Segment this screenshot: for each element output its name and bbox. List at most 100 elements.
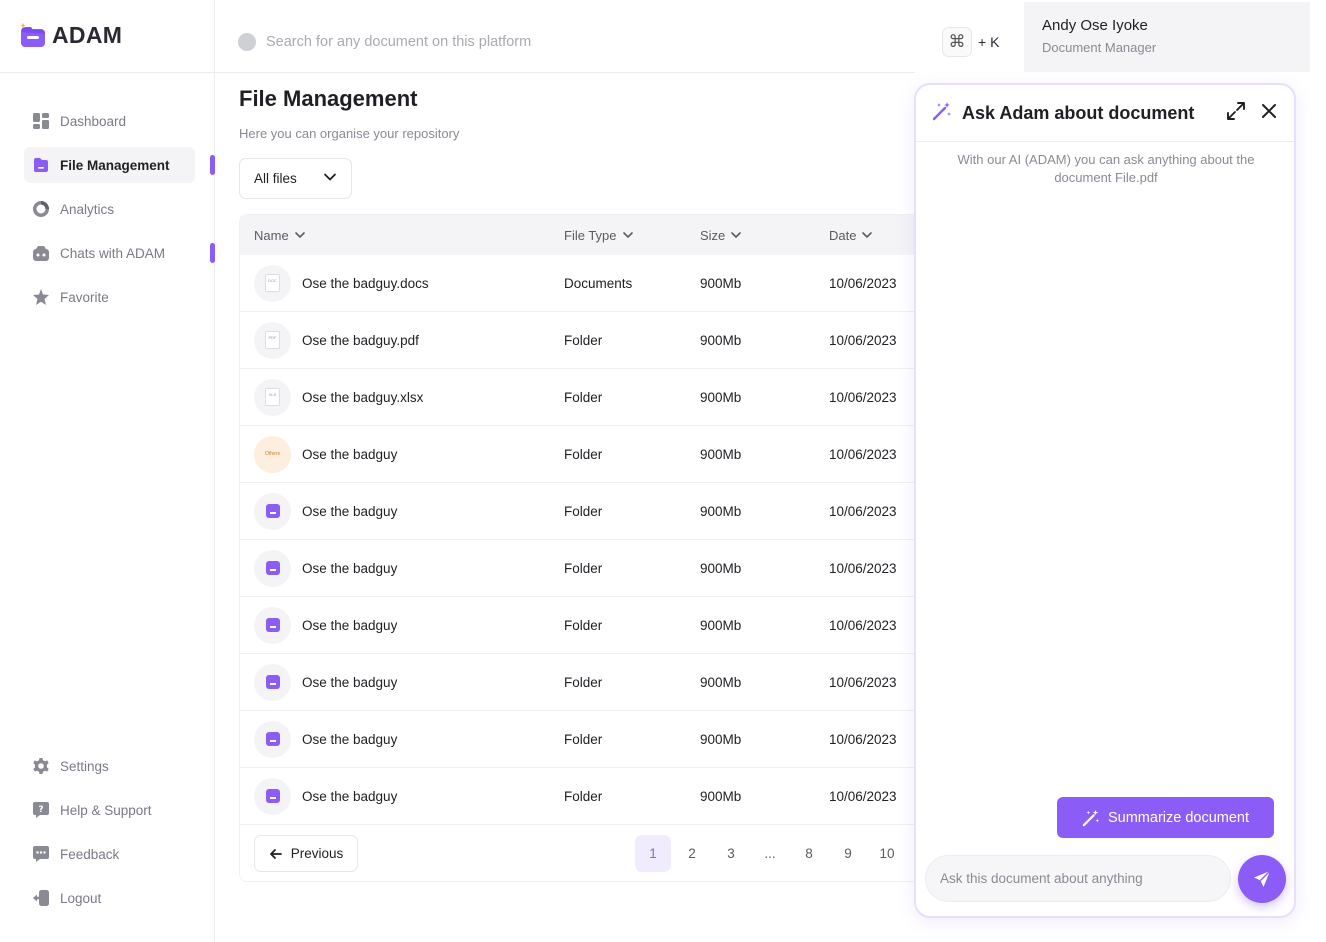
table-row[interactable]: Ose the badguy Folder 900Mb 10/06/2023 xyxy=(240,768,928,825)
chat-intro-text: With our AI (ADAM) you can ask anything … xyxy=(957,152,1255,185)
sidebar-item-label: Dashboard xyxy=(60,113,127,129)
cell-size: 900Mb xyxy=(700,446,742,462)
sidebar-item-label: Analytics xyxy=(60,201,115,217)
sidebar-nav: Dashboard File Management Analytics Chat… xyxy=(24,103,215,323)
file-filter-dropdown[interactable]: All files xyxy=(239,158,352,199)
topbar-divider xyxy=(215,72,915,73)
page-ellipsis: ... xyxy=(764,846,776,861)
sidebar-item-help-support[interactable]: ? Help & Support xyxy=(24,792,195,828)
summarize-document-button[interactable]: Summarize document xyxy=(1057,797,1274,838)
sidebar-item-dashboard[interactable]: Dashboard xyxy=(24,103,195,139)
page-number-button[interactable]: 1 xyxy=(635,835,671,872)
file-name: Ose the badguy xyxy=(302,788,398,804)
cell-file-type: Folder xyxy=(564,446,603,462)
sidebar-item-analytics[interactable]: Analytics xyxy=(24,191,195,227)
search-shortcut: ⌘ + K xyxy=(942,27,999,57)
sidebar-item-favorite[interactable]: Favorite xyxy=(24,279,195,315)
expand-icon[interactable] xyxy=(1226,101,1246,126)
folder-icon xyxy=(254,549,291,587)
page-number-button[interactable]: 8 xyxy=(791,835,827,872)
cell-size: 900Mb xyxy=(700,560,742,576)
chevron-down-icon xyxy=(862,232,873,239)
column-header-size[interactable]: Size xyxy=(700,228,742,243)
folder-glyph xyxy=(265,675,280,689)
table-row[interactable]: Others Ose the badguy Folder 900Mb 10/06/202… xyxy=(240,426,928,483)
page-number-button[interactable]: 2 xyxy=(674,835,710,872)
doc-file-icon: DOC xyxy=(254,264,291,302)
table-row[interactable]: DOC Ose the badguy.docs Documents 900Mb 10/0… xyxy=(240,255,928,312)
search-bar xyxy=(238,33,626,51)
close-icon[interactable] xyxy=(1260,102,1278,125)
page-number-button[interactable]: 10 xyxy=(869,835,905,872)
file-name: Ose the badguy.pdf xyxy=(302,332,419,348)
column-header-file-type[interactable]: File Type xyxy=(564,228,634,243)
chat-message-input[interactable] xyxy=(925,855,1231,902)
cell-date: 10/06/2023 xyxy=(829,332,897,348)
page-number-button[interactable]: 3 xyxy=(713,835,749,872)
cell-name: PDF Ose the badguy.pdf xyxy=(254,312,419,368)
shortcut-key-label: + K xyxy=(978,34,1000,50)
folder-glyph xyxy=(265,561,280,575)
arrow-left-icon xyxy=(269,848,282,859)
table-row[interactable]: PDF Ose the badguy.pdf Folder 900Mb 10/06/20… xyxy=(240,312,928,369)
sidebar-item-label: Chats with ADAM xyxy=(60,245,166,261)
column-label: Name xyxy=(254,227,289,243)
previous-page-button[interactable]: Previous xyxy=(254,835,358,872)
file-name: Ose the badguy xyxy=(302,560,398,576)
sidebar-item-file-management[interactable]: File Management xyxy=(24,147,215,183)
analytics-icon xyxy=(32,200,50,218)
chevron-down-icon xyxy=(323,170,337,187)
chat-title: Ask Adam about document xyxy=(962,102,1195,123)
table-row[interactable]: Ose the badguy Folder 900Mb 10/06/2023 xyxy=(240,483,928,540)
file-name: Ose the badguy xyxy=(302,446,398,462)
sidebar-item-logout[interactable]: Logout xyxy=(24,880,195,916)
app-logo[interactable]: ADAM xyxy=(18,20,122,50)
magic-wand-icon xyxy=(932,101,952,126)
sidebar-item-feedback[interactable]: Feedback xyxy=(24,836,195,872)
cell-size: 900Mb xyxy=(700,503,742,519)
file-name: Ose the badguy.xlsx xyxy=(302,389,424,405)
cell-size: 900Mb xyxy=(700,389,742,405)
table-header: Name File Type Size Date xyxy=(240,215,928,255)
column-label: Date xyxy=(829,227,857,243)
file-icon-label: XLS xyxy=(265,388,280,406)
cell-name: Ose the badguy xyxy=(254,483,397,539)
previous-label: Previous xyxy=(290,846,344,861)
sidebar-item-chats-with-adam[interactable]: Chats with ADAM xyxy=(24,235,215,271)
cell-date: 10/06/2023 xyxy=(829,674,897,690)
logout-icon xyxy=(32,889,50,907)
sidebar-item-label: Settings xyxy=(60,758,109,774)
user-profile[interactable]: Andy Ose Iyoke Document Manager xyxy=(1024,2,1310,72)
folder-icon xyxy=(254,492,291,530)
table-row[interactable]: Ose the badguy Folder 900Mb 10/06/2023 xyxy=(240,597,928,654)
table-row[interactable]: Ose the badguy Folder 900Mb 10/06/2023 xyxy=(240,654,928,711)
sidebar-item-label: Feedback xyxy=(60,846,120,862)
user-name: Andy Ose Iyoke xyxy=(1042,17,1148,34)
file-name: Ose the badguy.docs xyxy=(302,275,429,291)
cell-file-type: Documents xyxy=(564,275,633,291)
sidebar-item-settings[interactable]: Settings xyxy=(24,748,195,784)
send-icon xyxy=(1254,870,1271,887)
column-header-name[interactable]: Name xyxy=(254,228,306,243)
feedback-icon xyxy=(32,845,50,863)
cell-name: Ose the badguy xyxy=(254,654,397,710)
cell-file-type: Folder xyxy=(564,389,603,405)
summarize-label: Summarize document xyxy=(1107,809,1250,826)
table-row[interactable]: XLS Ose the badguy.xlsx Folder 900Mb 10/06/2… xyxy=(240,369,928,426)
table-row[interactable]: Ose the badguy Folder 900Mb 10/06/2023 xyxy=(240,711,928,768)
send-message-button[interactable] xyxy=(1238,855,1286,903)
table-row[interactable]: Ose the badguy Folder 900Mb 10/06/2023 xyxy=(240,540,928,597)
column-header-date[interactable]: Date xyxy=(829,228,873,243)
cell-date: 10/06/2023 xyxy=(829,617,897,633)
ask-adam-panel: Ask Adam about document With our AI (ADA… xyxy=(914,83,1296,918)
chat-marker xyxy=(210,243,215,263)
app-name: ADAM xyxy=(52,21,123,48)
page-number-button[interactable]: 9 xyxy=(830,835,866,872)
search-icon xyxy=(238,33,256,51)
sidebar-item-label: Favorite xyxy=(60,289,109,305)
dashboard-icon xyxy=(32,112,50,130)
magic-wand-icon xyxy=(1082,809,1100,826)
search-input[interactable] xyxy=(266,34,626,50)
file-table: Name File Type Size Date DOC Ose the badg… xyxy=(239,214,929,882)
user-role: Document Manager xyxy=(1042,40,1157,55)
